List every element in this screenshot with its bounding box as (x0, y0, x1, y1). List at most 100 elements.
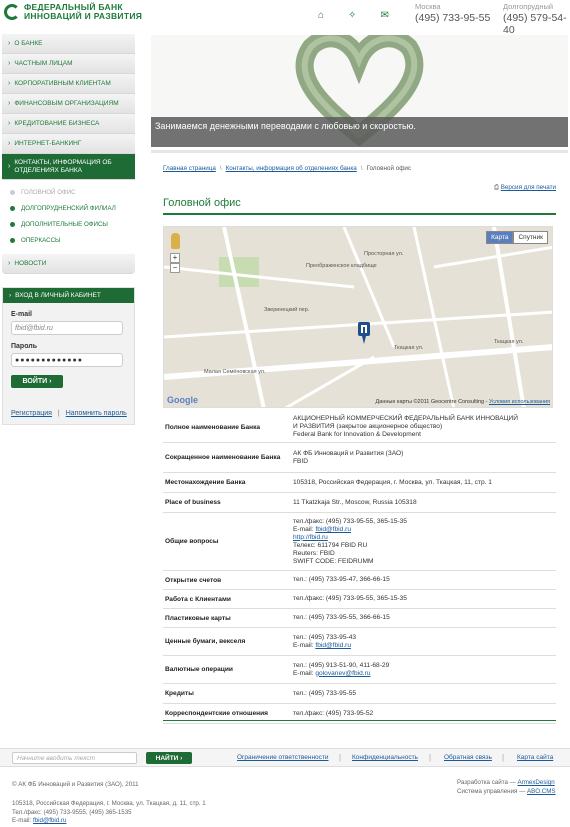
logo-mark-icon (4, 4, 20, 20)
table-row: Полное наименование Банка АКЦИОНЕРНЫЙ КОМ… (163, 412, 556, 443)
email-field[interactable]: fbid@fbid.ru (11, 321, 123, 335)
breadcrumb: Главная страница \ Контакты, информация об… (163, 165, 412, 172)
map-label: Ткацкая ул. (494, 339, 524, 345)
breadcrumb-home[interactable]: Главная страница (163, 165, 216, 172)
footer-link-feedback[interactable]: Обратная связь (444, 754, 492, 761)
mail-icon[interactable]: ✉ (380, 10, 388, 21)
info-key: Полное наименование Банка (163, 412, 291, 443)
sitemap-icon[interactable]: ✧ (348, 10, 356, 21)
info-key: Работа с Клиентами (163, 589, 291, 609)
zoom-in-button[interactable]: + (170, 253, 180, 263)
subnav-item-cash-desks[interactable]: ОПЕРКАССЫ (10, 232, 135, 248)
info-key: Сокращенное наименование Банка (163, 442, 291, 473)
chevron-right-icon: › (8, 100, 11, 107)
email-label: E-mail (11, 311, 33, 318)
subnav-item-dolgoprudny-branch[interactable]: ДОЛГОПРУДНЕНСКИЙ ФИЛИАЛ (10, 200, 135, 216)
phone-number: (495) 733-95-55 (415, 12, 491, 24)
chevron-right-icon: › (8, 162, 11, 170)
office-map[interactable]: Преображенское кладбище Ткацкая ул. Ткац… (163, 226, 553, 408)
info-key: Валютные операции (163, 655, 291, 684)
nav-item-internet-banking[interactable]: › ИНТЕРНЕТ-БАНКИНГ (2, 134, 135, 154)
chevron-right-icon: › (180, 754, 183, 762)
developer-credits: Разработка сайта — ArmexDesign Система у… (457, 779, 556, 795)
website-link[interactable]: http://fbid.ru (293, 534, 328, 541)
chevron-right-icon: › (8, 260, 11, 267)
subnav-item-extra-offices[interactable]: ДОПОЛНИТЕЛЬНЫЕ ОФИСЫ (10, 216, 135, 232)
nav-item-corporate[interactable]: › КОРПОРАТИВНЫМ КЛИЕНТАМ (2, 74, 135, 94)
map-type-satellite-button[interactable]: Спутник (513, 231, 548, 244)
site-header: ФЕДЕРАЛЬНЫЙ БАНК ИННОВАЦИЙ И РАЗВИТИЯ ⌂ … (0, 0, 570, 36)
print-version[interactable]: ⎙ Версия для печати (494, 184, 556, 192)
map-label: Ткацкая ул. (394, 345, 424, 351)
info-key: Кредиты (163, 683, 291, 704)
info-key: Ценные бумаги, векселя (163, 627, 291, 656)
street-view-pegman-icon[interactable] (171, 233, 180, 249)
table-row: Открытие счетов тел.: (495) 733-95-47, 36… (163, 570, 556, 590)
password-field[interactable]: ●●●●●●●●●●●●● (11, 353, 123, 367)
chevron-right-icon: › (49, 378, 52, 385)
map-label: Преображенское кладбище (306, 263, 377, 269)
table-row: Ценные бумаги, векселя тел.: (495) 733-95… (163, 627, 556, 656)
table-row: Place of business 11 Tkatzkaja Str., Mosc… (163, 492, 556, 513)
email-link[interactable]: fbid@fbid.ru (315, 642, 351, 649)
footer-email-link[interactable]: fbid@fbid.ru (33, 817, 66, 824)
map-marker-icon[interactable] (358, 322, 370, 344)
page-title: Головной офис (163, 197, 241, 209)
email-link[interactable]: fbid@fbid.ru (315, 526, 351, 533)
footer-bar: Начните вводить текст НАЙТИ › Ограничени… (0, 748, 570, 767)
chevron-right-icon: › (8, 80, 11, 87)
home-icon[interactable]: ⌂ (318, 10, 324, 21)
cms-link[interactable]: ABO.CMS (527, 788, 556, 795)
bullet-icon (10, 221, 15, 227)
table-row: Сокращенное наименование Банка АК ФБ Инно… (163, 442, 556, 473)
map-label: Малая Семёновская ул. (204, 369, 266, 375)
table-row: Кредиты тел.: (495) 733-95-55 (163, 683, 556, 704)
register-link[interactable]: Регистрация (11, 410, 52, 417)
map-roads (164, 227, 552, 407)
email-link[interactable]: golovanev@fbid.ru (315, 670, 370, 677)
bullet-icon (10, 189, 15, 195)
phone-dolgoprudny: Долгопрудный (495) 579-54-40 (503, 2, 570, 36)
subnav-item-head-office[interactable]: ГОЛОВНОЙ ОФИС (10, 184, 135, 200)
map-type-map-button[interactable]: Карта (486, 231, 514, 244)
left-navigation: › О БАНКЕ › ЧАСТНЫМ ЛИЦАМ › КОРПОРАТИВНЫМ К… (2, 34, 135, 274)
chevron-right-icon: › (8, 140, 11, 147)
info-key: Общие вопросы (163, 512, 291, 571)
nav-item-about[interactable]: › О БАНКЕ (2, 34, 135, 54)
table-row: Валютные операции тел.: (495) 913-51-90, … (163, 655, 556, 684)
nav-item-contacts[interactable]: › КОНТАКТЫ, ИНФОРМАЦИЯ ОБ ОТДЕЛЕНИЯХ БАНК… (2, 154, 135, 180)
login-button[interactable]: ВОЙТИ › (11, 375, 63, 388)
main-content: Главная страница \ Контакты, информация об… (151, 150, 568, 740)
bank-info-table: Полное наименование Банка АКЦИОНЕРНЫЙ КОМ… (163, 412, 556, 724)
chevron-right-icon: › (8, 40, 11, 47)
nav-item-business-credit[interactable]: › КРЕДИТОВАНИЕ БИЗНЕСА (2, 114, 135, 134)
map-label: Просторная ул. (364, 251, 404, 257)
phone-moscow: Москва (495) 733-95-55 (415, 2, 490, 24)
zoom-out-button[interactable]: − (170, 263, 180, 273)
breadcrumb-contacts[interactable]: Контакты, информация об отделениях банка (226, 165, 357, 172)
nav-item-financial[interactable]: › ФИНАНСОВЫМ ОРГАНИЗАЦИЯМ (2, 94, 135, 114)
search-button[interactable]: НАЙТИ › (146, 752, 192, 764)
bank-logo[interactable]: ФЕДЕРАЛЬНЫЙ БАНК ИННОВАЦИЙ И РАЗВИТИЯ (4, 3, 142, 21)
footer-link-disclaimer[interactable]: Ограничение ответственности (237, 754, 329, 761)
map-attribution: Данные карты ©2011 Geocentre Consulting … (375, 399, 550, 405)
developer-link[interactable]: ArmexDesign (518, 779, 555, 786)
info-key: Местонахождение Банка (163, 472, 291, 493)
footer-link-privacy[interactable]: Конфиденциальность (352, 754, 418, 761)
map-terms-link[interactable]: Условия использования (489, 399, 550, 405)
phone-number: (495) 579-54-40 (503, 12, 567, 36)
remind-password-link[interactable]: Напомнить пароль (66, 410, 127, 417)
logo-line-2: ИННОВАЦИЙ И РАЗВИТИЯ (24, 11, 143, 21)
contacts-subnav: ГОЛОВНОЙ ОФИС ДОЛГОПРУДНЕНСКИЙ ФИЛИАЛ ДО… (2, 180, 135, 254)
bullet-icon (10, 237, 15, 243)
footer-address: 105318, Российская Федерация, г. Москва,… (12, 800, 206, 824)
map-label: Зверинецкий пер. (264, 307, 310, 313)
footer-link-sitemap[interactable]: Карта сайта (517, 754, 553, 761)
print-icon: ⎙ (493, 184, 499, 191)
nav-item-news[interactable]: › НОВОСТИ (2, 254, 135, 274)
login-title: › ВХОД В ЛИЧНЫЙ КАБИНЕТ (3, 288, 134, 303)
google-logo[interactable]: Google (167, 395, 198, 405)
banner-caption: Занимаемся денежными переводами с любовь… (155, 121, 416, 131)
search-input[interactable]: Начните вводить текст (12, 752, 137, 764)
nav-item-private[interactable]: › ЧАСТНЫМ ЛИЦАМ (2, 54, 135, 74)
